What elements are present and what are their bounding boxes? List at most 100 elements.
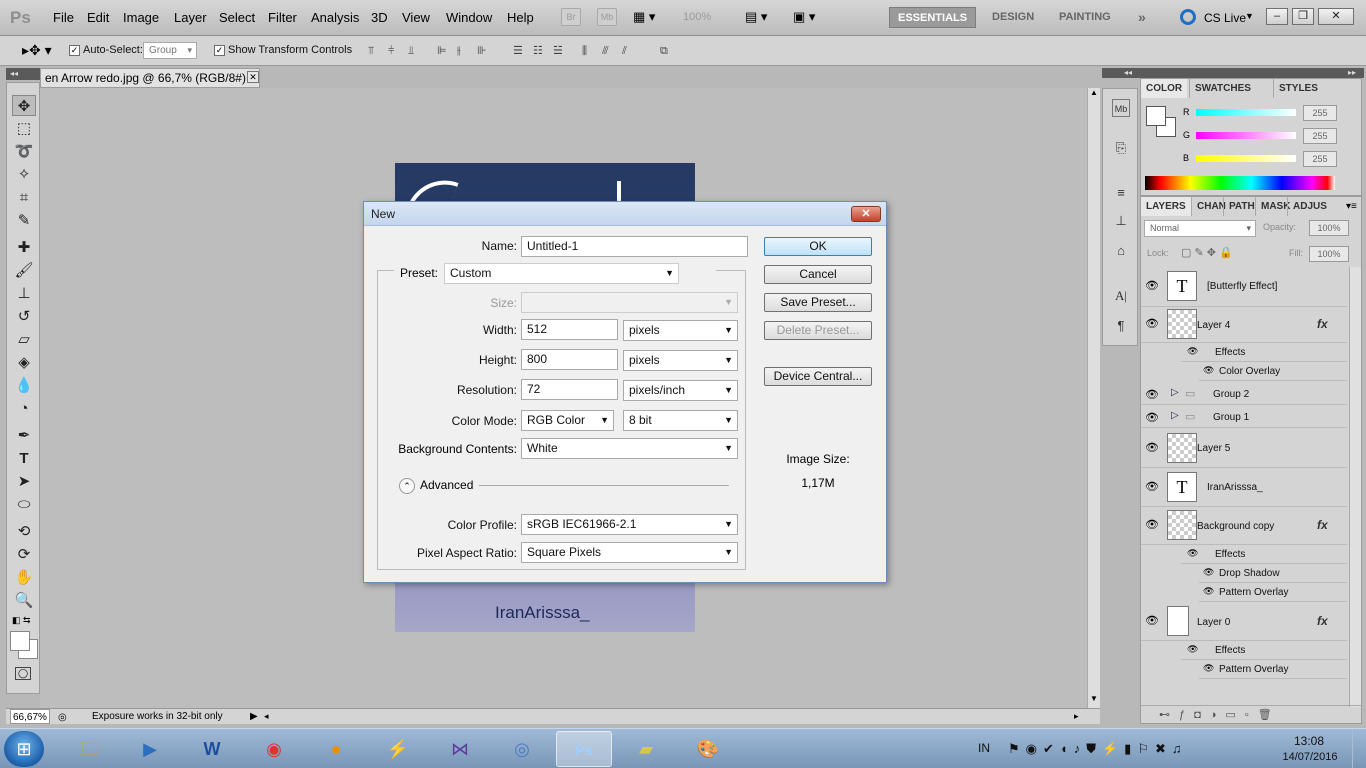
fx-icon[interactable]: fx [1317, 518, 1328, 532]
g-slider[interactable] [1196, 132, 1296, 139]
paragraph-panel-icon[interactable]: ¶ [1112, 317, 1130, 335]
background-contents-dropdown[interactable]: White ▼ [521, 438, 738, 459]
crop-tool-icon[interactable]: ⌗ [12, 187, 36, 208]
more-workspaces-icon[interactable]: » [1130, 7, 1154, 28]
align-vcenter-icon[interactable]: ⫩ [388, 44, 402, 58]
paint-bucket-tool-icon[interactable]: ◈ [12, 352, 36, 373]
visibility-eye-icon[interactable]: 👁 [1203, 567, 1214, 578]
lasso-tool-icon[interactable]: ➰ [12, 141, 36, 162]
lock-icons[interactable]: ▢ ✎ ✥ 🔒 [1181, 246, 1233, 259]
width-input[interactable]: 512 [521, 319, 618, 340]
group-row[interactable]: 👁 ▷ ▭ Group 2 [1141, 383, 1347, 405]
start-button[interactable]: ⊞ [4, 731, 44, 767]
save-preset-button[interactable]: Save Preset... [764, 293, 872, 312]
layer-row[interactable]: 👁 Background copy fx [1141, 507, 1347, 545]
view-extras-icon[interactable]: ▦ ▾ [633, 9, 661, 25]
menu-help[interactable]: Help [507, 10, 534, 25]
resolution-input[interactable]: 72 [521, 379, 618, 400]
move-tool-preset-icon[interactable]: ▸✥ ▾ [22, 42, 52, 59]
visibility-eye-icon[interactable]: 👁 [1187, 346, 1198, 357]
effects-row[interactable]: 👁 Effects [1181, 545, 1347, 564]
height-unit-dropdown[interactable]: pixels ▼ [623, 350, 738, 371]
menu-edit[interactable]: Edit [87, 10, 109, 25]
effects-row[interactable]: 👁 Effects [1181, 641, 1347, 660]
blend-mode-dropdown[interactable]: Normal ▾ [1144, 220, 1256, 237]
quick-mask-icon[interactable]: ◯ [15, 667, 31, 680]
menu-window[interactable]: Window [446, 10, 492, 25]
menu-filter[interactable]: Filter [268, 10, 297, 25]
workspace-design[interactable]: DESIGN [984, 7, 1042, 28]
media-player-taskbar-icon[interactable]: ▶ [122, 731, 178, 767]
expand-arrow-icon[interactable]: ▷ [1171, 387, 1179, 398]
auto-align-icon[interactable]: ⧉ [660, 44, 674, 58]
foreground-color-swatch[interactable] [10, 631, 30, 651]
menu-image[interactable]: Image [123, 10, 159, 25]
history-brush-tool-icon[interactable]: ↺ [12, 306, 36, 327]
chrome-taskbar-icon[interactable]: ◉ [246, 731, 302, 767]
marquee-tool-icon[interactable]: ⬚ [12, 118, 36, 139]
move-tool-icon[interactable]: ✥ [12, 95, 36, 116]
align-right-icon[interactable]: ⊪ [477, 44, 491, 58]
zoom-field[interactable]: 66,67% [10, 709, 50, 724]
3d-rotate-tool-icon[interactable]: ⟲ [12, 521, 36, 542]
visibility-eye-icon[interactable]: 👁 [1145, 388, 1159, 401]
color-foreground-swatch[interactable] [1146, 106, 1166, 126]
status-info-icon[interactable]: ◎ [58, 710, 67, 725]
visibility-eye-icon[interactable]: 👁 [1145, 480, 1159, 493]
height-input[interactable]: 800 [521, 349, 618, 370]
visibility-eye-icon[interactable]: 👁 [1145, 441, 1159, 454]
shape-tool-icon[interactable]: ⬭ [12, 494, 36, 515]
arrange-documents-icon[interactable]: ▤ ▾ [745, 9, 773, 25]
distribute-top-icon[interactable]: ☰ [513, 44, 527, 58]
pixel-aspect-dropdown[interactable]: Square Pixels ▼ [521, 542, 738, 563]
auto-select-checkbox[interactable]: ✓ [69, 45, 80, 56]
distribute-hcenter-icon[interactable]: ⫻ [602, 44, 616, 58]
clock-time[interactable]: 13:08 [1284, 734, 1334, 748]
visibility-eye-icon[interactable]: 👁 [1145, 518, 1159, 531]
minimize-button[interactable]: – [1266, 8, 1288, 25]
ok-button[interactable]: OK [764, 237, 872, 256]
menu-3d[interactable]: 3D [371, 10, 388, 25]
workspace-painting[interactable]: PAINTING [1051, 7, 1119, 28]
scroll-down-icon[interactable]: ▼ [1090, 694, 1098, 703]
visibility-eye-icon[interactable]: 👁 [1187, 548, 1198, 559]
clone-stamp-tool-icon[interactable]: ⊥ [12, 283, 36, 304]
preset-dropdown[interactable]: Custom ▼ [444, 263, 679, 284]
word-taskbar-icon[interactable]: W [184, 731, 240, 767]
align-bottom-icon[interactable]: ⫫ [408, 44, 422, 58]
auto-select-dropdown[interactable]: Group ▾ [143, 42, 197, 59]
b-slider[interactable] [1196, 155, 1296, 162]
visual-studio-taskbar-icon[interactable]: ⋈ [432, 731, 488, 767]
screen-mode-icon[interactable]: ▣ ▾ [793, 9, 825, 25]
layers-scrollbar[interactable] [1349, 267, 1361, 707]
visibility-eye-icon[interactable]: 👁 [1203, 365, 1214, 376]
visibility-eye-icon[interactable]: 👁 [1187, 644, 1198, 655]
tab-adjustments[interactable]: ADJUS [1287, 197, 1332, 216]
zoom-level[interactable]: 100% [683, 11, 711, 23]
show-transform-checkbox[interactable]: ✓ [214, 45, 225, 56]
dock-collapse-icon[interactable]: ◂◂ [1124, 68, 1132, 78]
clone-source-panel-icon[interactable]: ⊥ [1112, 212, 1130, 230]
dialog-close-button[interactable]: ✕ [851, 206, 881, 222]
fx-icon[interactable]: fx [1317, 614, 1328, 628]
advanced-toggle-icon[interactable]: ⌃ [399, 478, 415, 494]
eyedropper-tool-icon[interactable]: ✎ [12, 210, 36, 231]
fx-icon[interactable]: fx [1317, 317, 1328, 331]
scroll-right-icon[interactable]: ▸ [1074, 709, 1079, 724]
minibridge-button[interactable]: Mb [597, 8, 617, 26]
bridge-button[interactable]: Br [561, 8, 581, 26]
layer-row[interactable]: 👁 Layer 0 fx [1141, 603, 1347, 641]
scroll-up-icon[interactable]: ▲ [1090, 88, 1098, 97]
effects-row[interactable]: 👁 Effects [1181, 343, 1347, 362]
effect-row[interactable]: 👁 Drop Shadow [1199, 564, 1347, 583]
cs-live-menu[interactable]: CS Live [1204, 11, 1246, 25]
layer-row[interactable]: 👁 T [Butterfly Effect] [1141, 267, 1347, 307]
history-panel-icon[interactable]: ⎘ [1112, 139, 1130, 157]
layer-row[interactable]: 👁 Layer 4 fx [1141, 307, 1347, 343]
default-colors-icon[interactable]: ◧ ⇆ [12, 615, 31, 626]
effect-row[interactable]: 👁 Pattern Overlay [1199, 583, 1347, 602]
healing-brush-tool-icon[interactable]: ✚ [12, 237, 36, 258]
dodge-tool-icon[interactable]: ◔ [12, 398, 36, 419]
workspace-essentials[interactable]: ESSENTIALS [889, 7, 977, 28]
quick-select-tool-icon[interactable]: ✧ [12, 164, 36, 185]
